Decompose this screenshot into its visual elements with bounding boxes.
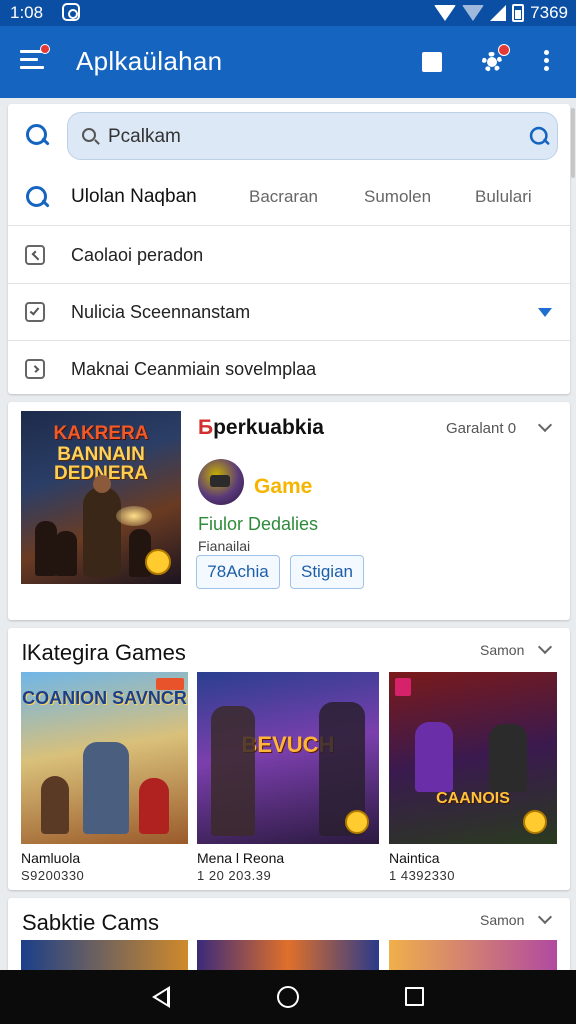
tile-figure	[139, 778, 169, 834]
menu-badge	[40, 44, 50, 54]
tile-figure	[83, 742, 129, 834]
tile-figure	[415, 722, 453, 792]
category-section: lKategira Games Samon COANION SAVNCR BEV…	[8, 628, 570, 890]
tile-2-number: 1 20 203.39	[197, 868, 272, 883]
featured-meta: Garalant 0	[446, 420, 517, 437]
featured-subtitle: Fiulor Dedalies	[198, 514, 319, 534]
section-more-link[interactable]: Samon	[480, 642, 524, 658]
game-logo-icon	[198, 459, 244, 505]
action-button-2[interactable]: Stigian	[290, 555, 364, 589]
coin-icon	[345, 810, 369, 834]
cover-figure	[55, 531, 77, 576]
search-submit-icon[interactable]	[529, 126, 550, 147]
menu-icon[interactable]	[20, 50, 44, 70]
tile-figure	[211, 706, 255, 836]
cover-glow	[116, 506, 152, 526]
stop-icon[interactable]	[422, 52, 442, 72]
app-title: Aplkaülahan	[76, 46, 223, 76]
game-tile-strip-1[interactable]	[21, 940, 188, 970]
tile-figure	[489, 724, 527, 792]
coin-icon	[145, 549, 171, 575]
signal-icon	[490, 5, 507, 21]
section2-more-link[interactable]: Samon	[480, 912, 524, 928]
search-input[interactable]: Pcalkam	[67, 112, 558, 160]
battery-icon	[512, 4, 525, 22]
featured-title: Бperkuabkia	[198, 416, 324, 439]
game-tile-strip-3[interactable]	[389, 940, 557, 970]
wifi-icon	[434, 5, 457, 21]
option-2-label: Nulicia Sceennanstam	[71, 302, 251, 322]
game-label: Game	[254, 475, 313, 498]
tile-1-number: S9200330	[21, 868, 85, 883]
system-nav-bar	[0, 970, 576, 1024]
status-icons: 7369	[434, 3, 568, 23]
tab-3[interactable]: Sumolen	[364, 187, 431, 207]
filter-tabs: Ulolan Naqban Bacraran Sumolen Bululari	[8, 168, 570, 226]
section2-title: Sabktie Cams	[22, 910, 159, 935]
tile-3-cover-title: CAANOIS	[436, 790, 510, 807]
tile-2-name: Mena l Reona	[197, 850, 285, 866]
recent-apps-icon[interactable]	[405, 987, 424, 1006]
wifi-secondary-icon	[462, 5, 485, 21]
featured-cover-image[interactable]: KAKRERA BANNAIN DEDNERA	[21, 411, 181, 584]
expand-chevron-icon[interactable]	[537, 417, 553, 433]
search-icon[interactable]	[26, 124, 50, 148]
tab-4[interactable]: Bululari	[475, 187, 532, 207]
action-button-1[interactable]: 78Achia	[196, 555, 280, 589]
featured-game-card: KAKRERA BANNAIN DEDNERA Бperkuabkia Gara…	[8, 402, 570, 620]
option-1-checkbox[interactable]	[25, 245, 45, 265]
settings-badge	[498, 44, 510, 56]
home-icon[interactable]	[277, 986, 299, 1008]
option-2-checkbox[interactable]	[25, 302, 45, 322]
status-bar: 1:08 7369	[0, 0, 576, 26]
cover-line-1: KAKRERA	[53, 423, 149, 444]
search-lens-icon	[82, 128, 96, 142]
tile-3-number: 1 4392330	[389, 868, 455, 883]
second-section: Sabktie Cams Samon	[8, 898, 570, 978]
option-3-checkbox[interactable]	[25, 359, 45, 379]
cover-hero	[83, 475, 121, 577]
section-title: lKategira Games	[22, 640, 186, 665]
tile-1-name: Namluola	[21, 850, 81, 866]
back-icon[interactable]	[152, 986, 170, 1008]
option-row-1[interactable]: Caolaoi peradon	[8, 227, 570, 284]
coin-icon	[523, 810, 547, 834]
scrollbar[interactable]	[571, 108, 575, 178]
tile-3-name: Naintica	[389, 850, 440, 866]
tab-2[interactable]: Bacraran	[249, 187, 318, 207]
game-tile-3[interactable]: CAANOIS	[389, 672, 557, 844]
status-right-text: 7369	[530, 3, 568, 22]
cover-figure	[35, 521, 57, 576]
tab-1[interactable]: Ulolan Naqban	[71, 186, 197, 208]
tile-figure	[41, 776, 69, 834]
sync-icon	[62, 3, 80, 21]
search-input-value: Pcalkam	[108, 126, 181, 147]
game-tile-1[interactable]: COANION SAVNCR	[21, 672, 188, 844]
game-tile-strip-2[interactable]	[197, 940, 379, 970]
option-row-2[interactable]: Nulicia Sceennanstam	[8, 284, 570, 341]
option-3-label: Maknai Ceanmiain sovelmplaa	[71, 359, 317, 379]
tab-search-icon[interactable]	[26, 186, 50, 210]
app-bar: Aplkaülahan	[0, 26, 576, 98]
status-time: 1:08	[10, 3, 44, 22]
option-row-3[interactable]: Maknai Ceanmiain sovelmplaa	[8, 341, 570, 394]
dropdown-caret-icon[interactable]	[538, 308, 552, 317]
featured-caption: Fianailai	[198, 538, 251, 554]
option-1-label: Caolaoi peradon	[71, 245, 204, 265]
section2-chevron-icon[interactable]	[537, 909, 553, 925]
game-tile-2[interactable]: BEVUCH	[197, 672, 379, 844]
tile-1-cover-title: COANION SAVNCR	[22, 688, 187, 708]
more-options-icon[interactable]	[544, 50, 550, 72]
tile-badge	[395, 678, 411, 696]
search-panel: Pcalkam Ulolan Naqban Bacraran Sumolen B…	[8, 104, 570, 394]
section-chevron-icon[interactable]	[537, 639, 553, 655]
